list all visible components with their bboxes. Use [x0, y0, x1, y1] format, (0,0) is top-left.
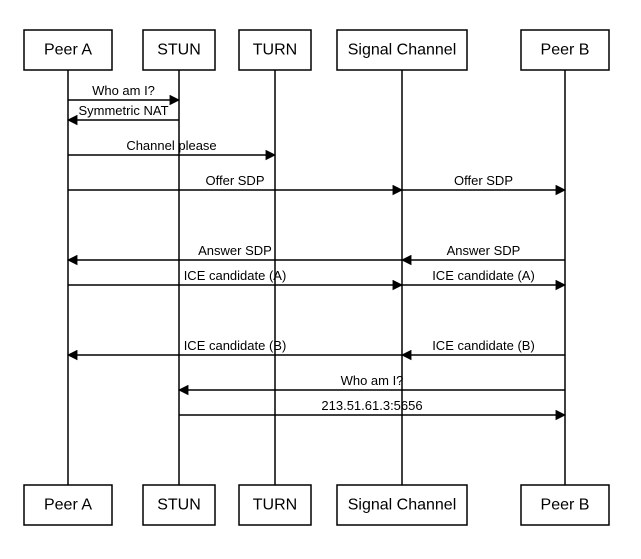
- participant-label: Signal Channel: [348, 42, 457, 59]
- participant-stun: STUN: [143, 485, 215, 525]
- participant-peerA: Peer A: [24, 30, 112, 70]
- participant-turn: TURN: [239, 30, 311, 70]
- participant-label: TURN: [253, 497, 297, 514]
- participant-label: Peer B: [541, 42, 590, 59]
- message-label: 213.51.61.3:5656: [321, 398, 422, 413]
- message-label: Symmetric NAT: [78, 103, 168, 118]
- participant-label: STUN: [157, 42, 201, 59]
- participant-label: Peer A: [44, 497, 92, 514]
- participant-label: STUN: [157, 497, 201, 514]
- participant-stun: STUN: [143, 30, 215, 70]
- participant-label: Peer B: [541, 497, 590, 514]
- message-label: ICE candidate (A): [432, 268, 535, 283]
- participant-peerA: Peer A: [24, 485, 112, 525]
- message-label: ICE candidate (A): [184, 268, 287, 283]
- participant-label: Signal Channel: [348, 497, 457, 514]
- message-label: Who am I?: [92, 83, 155, 98]
- message-label: Offer SDP: [454, 173, 513, 188]
- participant-turn: TURN: [239, 485, 311, 525]
- message-label: Answer SDP: [447, 243, 521, 258]
- participant-signal: Signal Channel: [337, 485, 467, 525]
- message-label: ICE candidate (B): [184, 338, 287, 353]
- participant-label: Peer A: [44, 42, 92, 59]
- message-label: Offer SDP: [205, 173, 264, 188]
- message-label: Who am I?: [341, 373, 404, 388]
- participant-signal: Signal Channel: [337, 30, 467, 70]
- message-label: ICE candidate (B): [432, 338, 535, 353]
- participant-label: TURN: [253, 42, 297, 59]
- message-label: Answer SDP: [198, 243, 272, 258]
- sequence-diagram: Peer A STUN TURN Signal Channel Peer B Peer A…: [0, 0, 641, 559]
- message-label: Channel please: [126, 138, 216, 153]
- participant-peerB: Peer B: [521, 485, 609, 525]
- participant-peerB: Peer B: [521, 30, 609, 70]
